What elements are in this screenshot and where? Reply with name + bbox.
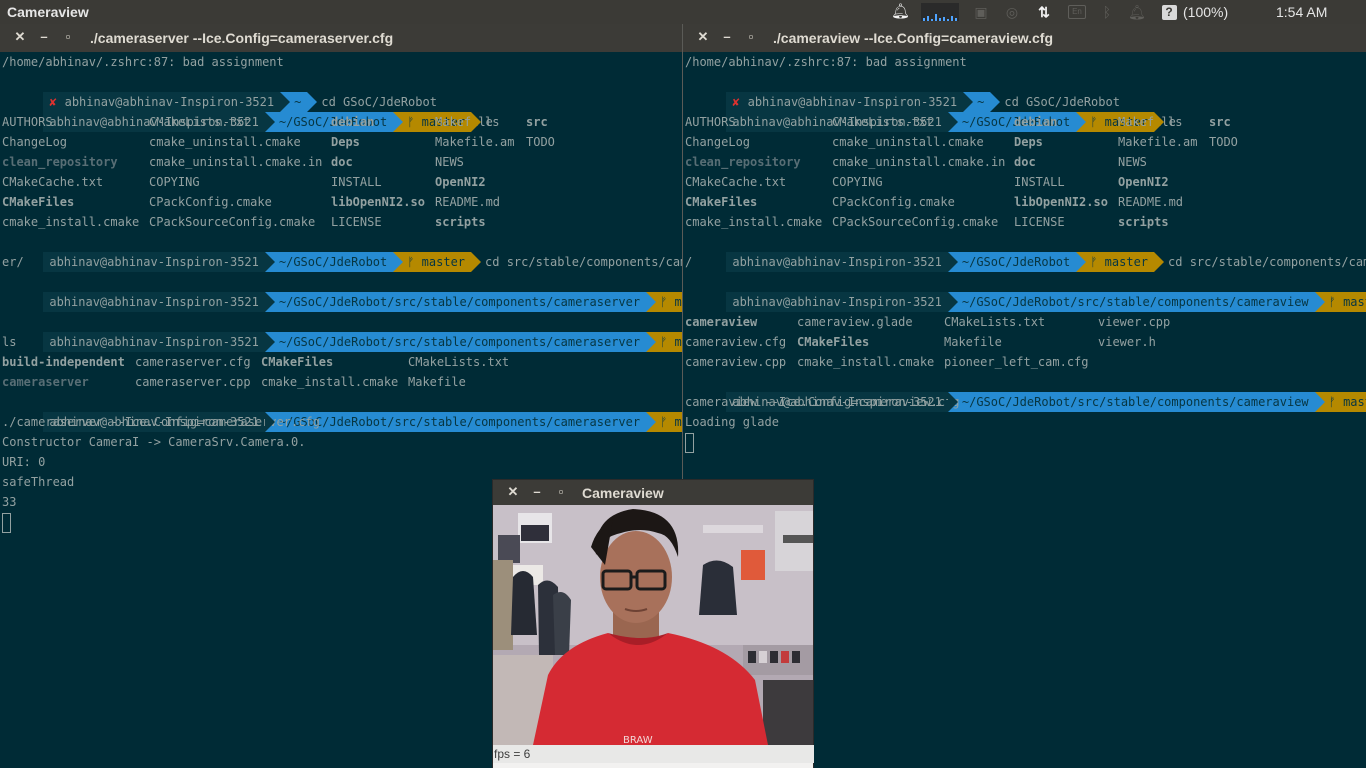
maximize-icon[interactable]: ▫ bbox=[554, 485, 568, 499]
close-icon[interactable]: ✕ bbox=[506, 485, 520, 499]
system-monitor-graph[interactable] bbox=[920, 0, 960, 24]
output-line: 33 bbox=[2, 495, 17, 509]
svg-text:BRAW: BRAW bbox=[623, 735, 653, 745]
ls-row: CMakeFiles CPackConfig.cmake libOpenNI2.so… bbox=[685, 195, 1184, 209]
command: cd src/stable/components/cameraserv bbox=[485, 255, 682, 269]
bluetooth-icon[interactable]: ᛒ bbox=[1098, 0, 1116, 24]
ls-row: CMakeCache.txt COPYING INSTALL OpenNI2 bbox=[685, 175, 1169, 189]
ls-row: clean_repository cmake_uninstall.cmake.in… bbox=[685, 155, 1147, 169]
prompt-user: abhinav@abhinav-Inspiron-3521 bbox=[43, 332, 275, 352]
maximize-icon[interactable]: ▫ bbox=[744, 30, 758, 44]
command: ls bbox=[2, 335, 17, 349]
minimize-icon[interactable]: – bbox=[720, 30, 734, 44]
ls-row: cmake_install.cmake CPackSourceConfig.cma… bbox=[685, 215, 1169, 229]
prompt-path: ~/GSoC/JdeRobot/src/stable/components/ca… bbox=[947, 392, 1325, 412]
prompt-path: ~/GSoC/JdeRobot bbox=[264, 252, 404, 272]
battery-percentage[interactable]: (100%) bbox=[1183, 4, 1228, 20]
output-line: URI: 0 bbox=[2, 455, 46, 469]
top-panel: Cameraview 🔔︎ ▣ ◎ ⇅ En ᛒ 🔔︎ ? (100%) 1:5… bbox=[0, 0, 1366, 24]
zshrc-error: /home/abhinav/.zshrc:87: bad assignment bbox=[2, 55, 284, 69]
prompt-path: ~/GSoC/JdeRobot/src/stable/components/ca… bbox=[264, 292, 657, 312]
prompt-path: ~/GSoC/JdeRobot bbox=[947, 252, 1087, 272]
command-wrap: er/ bbox=[2, 255, 24, 269]
help-battery-icon[interactable]: ? bbox=[1160, 0, 1178, 24]
prompt-path: ~/GSoC/JdeRobot/src/stable/components/ca… bbox=[264, 332, 657, 352]
command: cd src/stable/components/cameraview bbox=[1168, 255, 1366, 269]
titlebar: ✕ – ▫ ./cameraview --Ice.Config=cameravi… bbox=[683, 24, 1366, 52]
ls-row: CMakeCache.txt COPYING INSTALL OpenNI2 bbox=[2, 175, 486, 189]
titlebar: ✕ – ▫ Cameraview bbox=[493, 480, 813, 505]
cameraview-window[interactable]: ✕ – ▫ Cameraview BRAW fps = 6 bbox=[493, 480, 814, 768]
close-icon[interactable]: ✕ bbox=[696, 30, 710, 44]
output-line: Loading glade bbox=[685, 415, 779, 429]
prompt-path: ~/GSoC/JdeRobot/src/stable/components/ca… bbox=[264, 412, 657, 432]
maximize-icon[interactable]: ▫ bbox=[61, 30, 75, 44]
command-wrap: / bbox=[685, 255, 693, 269]
network-icon[interactable]: ◎ bbox=[1002, 0, 1022, 24]
prompt-user: abhinav@abhinav-Inspiron-3521 bbox=[726, 292, 958, 312]
ls-row: CMakeFiles CPackConfig.cmake libOpenNI2.so… bbox=[2, 195, 501, 209]
clock[interactable]: 1:54 AM bbox=[1276, 4, 1327, 20]
minimize-icon[interactable]: – bbox=[530, 485, 544, 499]
ls-row: AUTHORS CMakeLists.txt debian Makefile src bbox=[2, 115, 548, 129]
ls-row: cameraview cameraview.glade CMakeLists.txt… bbox=[685, 315, 1171, 329]
ls-row: build-independent cameraserver.cfg CMakeFi… bbox=[2, 355, 510, 369]
prompt-git-branch: ᚠ master bbox=[1076, 252, 1164, 272]
ls-row: cameraview.cfg CMakeFiles Makefile viewer.h bbox=[685, 335, 1156, 349]
close-icon[interactable]: ✕ bbox=[13, 30, 27, 44]
ls-row: AUTHORS CMakeLists.txt debian Makefile src bbox=[685, 115, 1231, 129]
output-line: safeThread bbox=[2, 475, 75, 489]
prompt-path: ~/GSoC/JdeRobot/src/stable/components/ca… bbox=[947, 292, 1325, 312]
command-wrap: cameraview --Ice.Config=cameraview.cfg bbox=[685, 395, 960, 409]
prompt-user: abhinav@abhinav-Inspiron-3521 bbox=[726, 252, 958, 272]
window-title: ./cameraserver --Ice.Config=cameraserver… bbox=[90, 30, 394, 46]
text-cursor bbox=[685, 432, 694, 453]
bell-icon[interactable]: 🔔︎ bbox=[890, 0, 910, 24]
zshrc-error: /home/abhinav/.zshrc:87: bad assignment bbox=[685, 55, 967, 69]
prompt-git-branch: ᚠ master bbox=[393, 252, 481, 272]
keyboard-icon[interactable]: En bbox=[1066, 0, 1088, 24]
fps-label: fps = 6 bbox=[493, 745, 814, 763]
prompt-user: abhinav@abhinav-Inspiron-3521 bbox=[43, 252, 275, 272]
display-icon[interactable]: ▣ bbox=[971, 0, 991, 24]
ls-row: cameraview.cpp cmake_install.cmake pioneer… bbox=[685, 355, 1089, 369]
output-line: Constructor CameraI -> CameraSrv.Camera.… bbox=[2, 435, 306, 449]
active-app-title: Cameraview bbox=[7, 4, 89, 20]
titlebar: ✕ – ▫ ./cameraserver --Ice.Config=camera… bbox=[0, 24, 682, 52]
ls-row: cameraserver cameraserver.cpp cmake_instal… bbox=[2, 375, 466, 389]
ls-row: ChangeLog cmake_uninstall.cmake Deps Makefi… bbox=[685, 135, 1238, 149]
notification-icon[interactable]: 🔔︎ bbox=[1127, 0, 1146, 24]
ls-row: ChangeLog cmake_uninstall.cmake Deps Makefi… bbox=[2, 135, 555, 149]
transfer-arrows-icon[interactable]: ⇅ bbox=[1034, 0, 1054, 24]
ls-row: clean_repository cmake_uninstall.cmake.in… bbox=[2, 155, 464, 169]
text-cursor bbox=[2, 512, 11, 533]
ls-row: cmake_install.cmake CPackSourceConfig.cma… bbox=[2, 215, 486, 229]
window-title: Cameraview bbox=[582, 485, 664, 501]
camera-feed-image: BRAW bbox=[493, 505, 813, 745]
window-title: ./cameraview --Ice.Config=cameraview.cfg bbox=[773, 30, 1053, 46]
minimize-icon[interactable]: – bbox=[37, 30, 51, 44]
prompt-user: abhinav@abhinav-Inspiron-3521 bbox=[43, 292, 275, 312]
